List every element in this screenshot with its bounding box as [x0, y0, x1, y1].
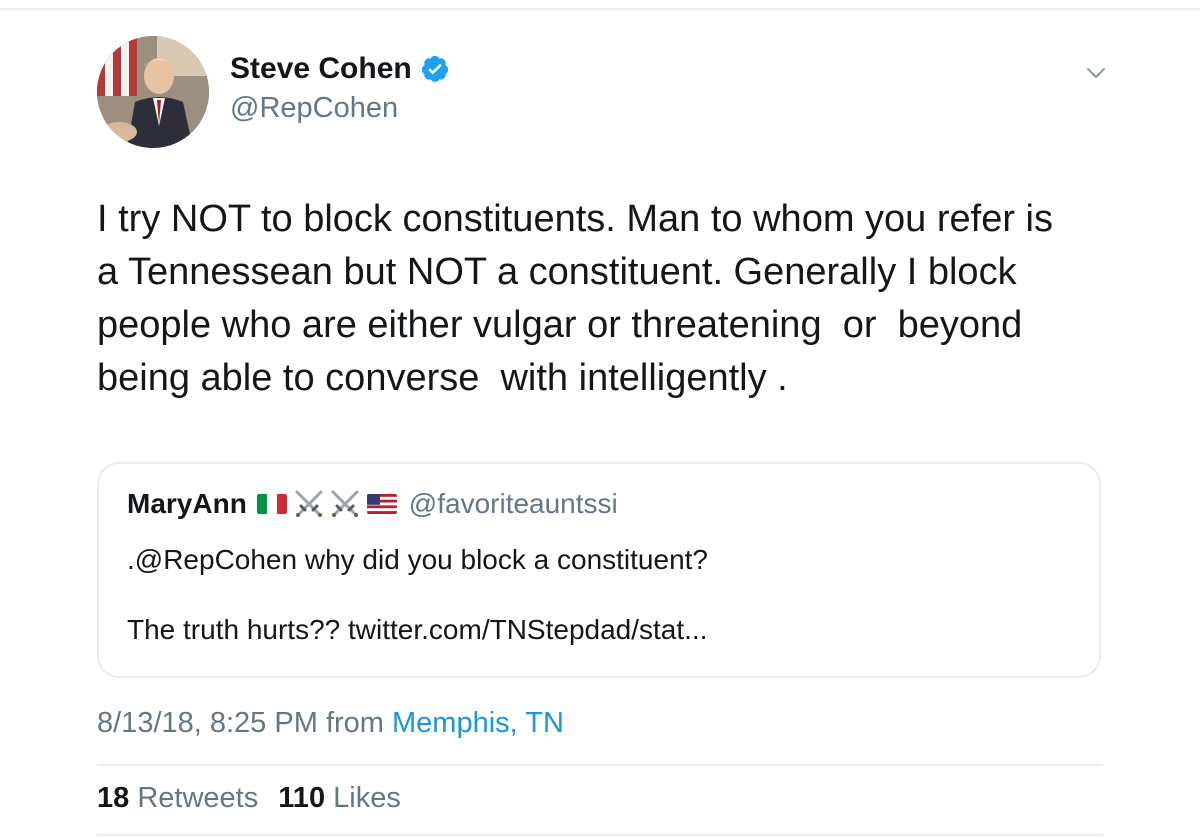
- retweets-label[interactable]: Retweets: [137, 782, 258, 814]
- stats-divider-top: [97, 764, 1103, 766]
- author-name[interactable]: Steve Cohen: [230, 52, 450, 86]
- verified-badge-icon: [421, 55, 448, 82]
- quoted-tweet-text-line2: The truth hurts?? twitter.com/TNStepdad/…: [127, 614, 708, 645]
- quoted-tweet-card[interactable]: MaryAnn @favoriteauntssi .@RepCohen why …: [97, 462, 1101, 678]
- tweet-meta: 8/13/18, 8:25 PM from Memphis, TN: [97, 707, 564, 740]
- profile-photo: [97, 36, 209, 148]
- likes-count[interactable]: 110: [278, 782, 325, 814]
- tweet-timestamp[interactable]: 8/13/18, 8:25 PM: [97, 707, 318, 739]
- likes-label[interactable]: Likes: [333, 782, 401, 814]
- chevron-down-icon[interactable]: [1086, 66, 1106, 80]
- tweet-stats: 18 Retweets 110 Likes: [97, 782, 413, 815]
- us-flag-icon: [366, 494, 397, 514]
- quoted-author-emojis: [256, 490, 409, 518]
- author-handle[interactable]: @RepCohen: [230, 92, 398, 125]
- quoted-author-name: MaryAnn: [127, 488, 247, 519]
- author-name-text: Steve Cohen: [230, 52, 412, 85]
- location-link[interactable]: Memphis, TN: [392, 707, 564, 739]
- italy-flag-icon: [256, 494, 287, 514]
- crossed-swords-icon: [331, 490, 359, 517]
- quoted-tweet-header: MaryAnn @favoriteauntssi: [127, 488, 618, 520]
- top-divider: [0, 8, 1200, 10]
- quoted-tweet-text-line1: .@RepCohen why did you block a constitue…: [127, 544, 708, 575]
- from-label: from: [325, 707, 384, 739]
- tweet-text: I try NOT to block constituents. Man to …: [97, 198, 1053, 399]
- crossed-swords-icon: [295, 490, 323, 517]
- quoted-author-handle: @favoriteauntssi: [408, 488, 618, 519]
- avatar[interactable]: [97, 36, 209, 148]
- stats-divider-bottom: [97, 834, 1103, 836]
- retweets-count[interactable]: 18: [97, 782, 129, 814]
